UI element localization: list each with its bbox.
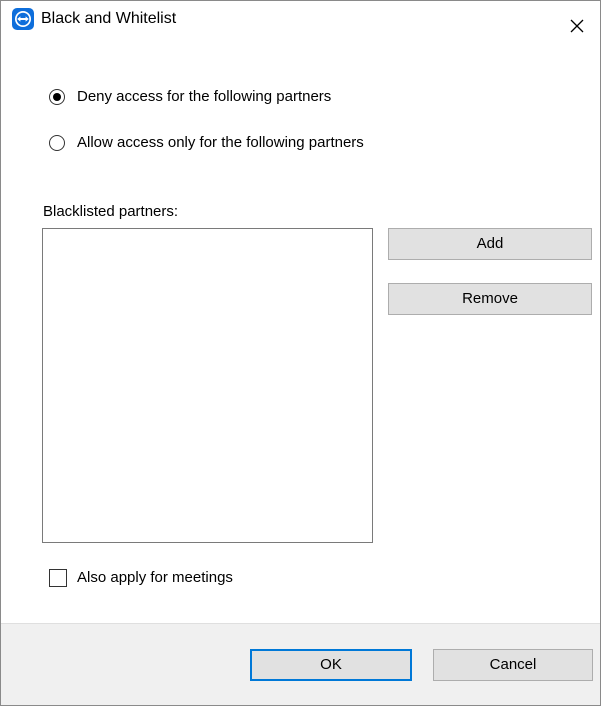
ok-button[interactable]: OK <box>250 649 412 681</box>
dialog-footer: OK Cancel <box>1 623 600 705</box>
add-button[interactable]: Add <box>388 228 592 260</box>
remove-button[interactable]: Remove <box>388 283 592 315</box>
radio-deny-label: Deny access for the following partners <box>77 88 332 105</box>
cancel-button[interactable]: Cancel <box>433 649 593 681</box>
close-button[interactable] <box>554 1 600 33</box>
title-bar[interactable]: Black and Whitelist <box>1 1 600 33</box>
apply-meetings-label: Also apply for meetings <box>77 569 233 586</box>
black-and-whitelist-dialog: Black and Whitelist Deny access for the … <box>0 0 601 706</box>
window-title: Black and Whitelist <box>41 10 177 27</box>
blacklisted-partners-list[interactable] <box>42 228 373 543</box>
teamviewer-app-icon <box>12 8 34 30</box>
radio-button-deny[interactable] <box>49 89 65 105</box>
apply-meetings-option[interactable]: Also apply for meetings <box>49 567 233 589</box>
radio-deny-access[interactable]: Deny access for the following partners <box>49 86 331 108</box>
radio-allow-label: Allow access only for the following part… <box>77 134 364 151</box>
apply-meetings-checkbox[interactable] <box>49 569 67 587</box>
blacklisted-partners-label: Blacklisted partners: <box>43 203 179 220</box>
close-icon <box>570 19 584 33</box>
radio-allow-access[interactable]: Allow access only for the following part… <box>49 132 364 154</box>
radio-button-allow[interactable] <box>49 135 65 151</box>
